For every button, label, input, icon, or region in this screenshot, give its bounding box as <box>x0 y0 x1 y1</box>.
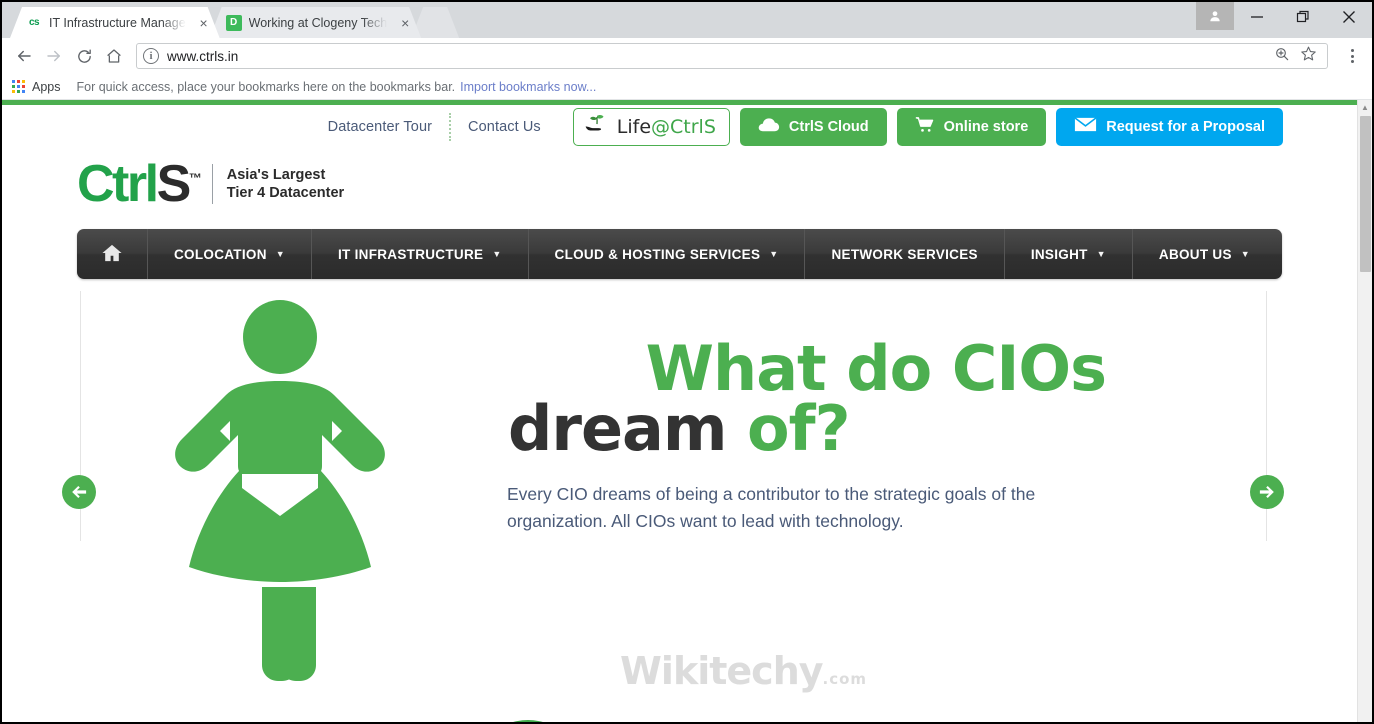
ctrls-cloud-button[interactable]: CtrlS Cloud <box>739 107 887 146</box>
d-favicon: D <box>226 15 242 31</box>
page-viewport: Datacenter Tour Contact Us Life@CtrlS Ct… <box>2 100 1372 722</box>
chevron-down-icon: ▼ <box>492 249 502 259</box>
apps-label[interactable]: Apps <box>32 80 61 94</box>
nav-label: INSIGHT <box>1030 246 1088 262</box>
apps-grid-icon[interactable] <box>12 80 25 93</box>
logo-tagline: Asia's Largest Tier 4 Datacenter <box>226 166 345 201</box>
scrollbar-thumb[interactable] <box>1360 116 1371 272</box>
request-proposal-button[interactable]: Request for a Proposal <box>1056 107 1283 146</box>
tab-title: Working at Clogeny Tech <box>248 15 388 30</box>
browser-window: cs IT Infrastructure Manage × D Working … <box>0 0 1374 724</box>
cloud-icon <box>758 117 780 136</box>
nav-label: IT INFRASTRUCTURE <box>337 246 484 262</box>
nav-label: CLOUD & HOSTING SERVICES <box>554 246 761 262</box>
tab-working-at-clogeny[interactable]: D Working at Clogeny Tech × <box>210 7 422 38</box>
link-contact-us[interactable]: Contact Us <box>451 119 558 135</box>
chevron-down-icon: ▼ <box>275 249 285 259</box>
rfp-label: Request for a Proposal <box>1106 118 1265 135</box>
cart-icon <box>915 116 935 137</box>
logo-divider <box>211 164 213 204</box>
import-bookmarks-link[interactable]: Import bookmarks now... <box>460 80 596 94</box>
chevron-down-icon: ▼ <box>1096 249 1106 259</box>
chevron-down-icon: ▼ <box>769 249 779 259</box>
hero-title-line-1: What do CIOs <box>645 332 1107 405</box>
web-page: Datacenter Tour Contact Us Life@CtrlS Ct… <box>2 100 1357 722</box>
nav-item-home[interactable] <box>77 229 148 279</box>
nav-item-cloud-hosting-services[interactable]: CLOUD & HOSTING SERVICES ▼ <box>529 229 806 279</box>
home-icon <box>101 243 123 266</box>
carousel-prev-button[interactable] <box>62 475 96 509</box>
life-label: Life@CtrlS <box>616 115 716 138</box>
tab-close-icon[interactable]: × <box>196 15 212 31</box>
tab-strip: cs IT Infrastructure Manage × D Working … <box>2 2 1372 38</box>
online-store-button[interactable]: Online store <box>896 107 1047 146</box>
hero-title-line-2: dream of? <box>508 392 851 466</box>
utility-nav: Datacenter Tour Contact Us Life@CtrlS Ct… <box>2 105 1357 148</box>
scroll-up-arrow[interactable]: ▲ <box>1358 100 1372 115</box>
bookmarks-hint: For quick access, place your bookmarks h… <box>76 79 456 94</box>
site-info-icon[interactable]: i <box>143 48 159 64</box>
nav-item-insight[interactable]: INSIGHT ▼ <box>1005 229 1133 279</box>
wikitechy-watermark: Wikitechy.com <box>620 649 868 693</box>
store-label: Online store <box>943 118 1029 135</box>
window-controls <box>1196 2 1372 34</box>
nav-item-colocation[interactable]: COLOCATION ▼ <box>148 229 312 279</box>
link-datacenter-tour[interactable]: Datacenter Tour <box>311 119 449 135</box>
logo-wordmark: CtrlS™ <box>77 155 202 213</box>
envelope-icon <box>1074 117 1097 136</box>
bookmark-star-icon[interactable] <box>1300 45 1317 67</box>
close-button[interactable] <box>1326 2 1372 31</box>
bookmarks-bar: Apps For quick access, place your bookma… <box>2 74 1372 100</box>
zoom-in-icon[interactable] <box>1274 46 1290 67</box>
url-text: www.ctrls.in <box>167 48 239 64</box>
tab-it-infrastructure[interactable]: cs IT Infrastructure Manage × <box>10 7 220 38</box>
plant-in-hand-icon <box>584 113 610 140</box>
circle-1 <box>472 720 584 722</box>
chevron-down-icon: ▼ <box>1240 249 1251 259</box>
cloud-label: CtrlS Cloud <box>788 118 869 135</box>
page-scrollbar[interactable]: ▲ <box>1357 100 1372 722</box>
maximize-button[interactable] <box>1280 2 1326 31</box>
hero-carousel: What do CIOs dream of? Every CIO dreams … <box>2 279 1357 722</box>
forward-icon[interactable] <box>40 42 68 70</box>
nav-item-network-services[interactable]: NETWORK SERVICES <box>805 229 1005 279</box>
cs-favicon: cs <box>26 15 42 31</box>
profile-icon[interactable] <box>1196 2 1234 30</box>
back-icon[interactable] <box>10 42 38 70</box>
site-logo[interactable]: CtrlS™ Asia's Largest Tier 4 Datacenter <box>2 148 1357 220</box>
hero-copy: What do CIOs dream of? Every CIO dreams … <box>507 332 1147 534</box>
nav-label: NETWORK SERVICES <box>831 246 978 262</box>
browser-toolbar: i www.ctrls.in <box>2 38 1372 74</box>
minimize-button[interactable] <box>1234 2 1280 31</box>
address-bar[interactable]: i www.ctrls.in <box>136 43 1328 69</box>
nav-label: COLOCATION <box>174 246 267 262</box>
nav-item-it-infrastructure[interactable]: IT INFRASTRUCTURE ▼ <box>312 229 529 279</box>
main-navigation: COLOCATION ▼ IT INFRASTRUCTURE ▼ CLOUD &… <box>77 229 1282 279</box>
tab-title: IT Infrastructure Manage <box>49 15 186 30</box>
tab-close-icon[interactable]: × <box>397 15 413 31</box>
home-icon[interactable] <box>100 42 128 70</box>
female-figure-illustration <box>122 291 442 696</box>
nav-item-about-us[interactable]: ABOUT US ▼ <box>1133 229 1276 279</box>
hero-subtitle: Every CIO dreams of being a contributor … <box>507 484 1036 531</box>
nav-label: ABOUT US <box>1158 246 1232 262</box>
reload-icon[interactable] <box>70 42 98 70</box>
life-at-ctrls-button[interactable]: Life@CtrlS <box>572 107 730 146</box>
browser-menu-icon[interactable] <box>1340 43 1364 69</box>
carousel-next-button[interactable] <box>1250 475 1284 509</box>
decorative-circles <box>2 701 1357 722</box>
